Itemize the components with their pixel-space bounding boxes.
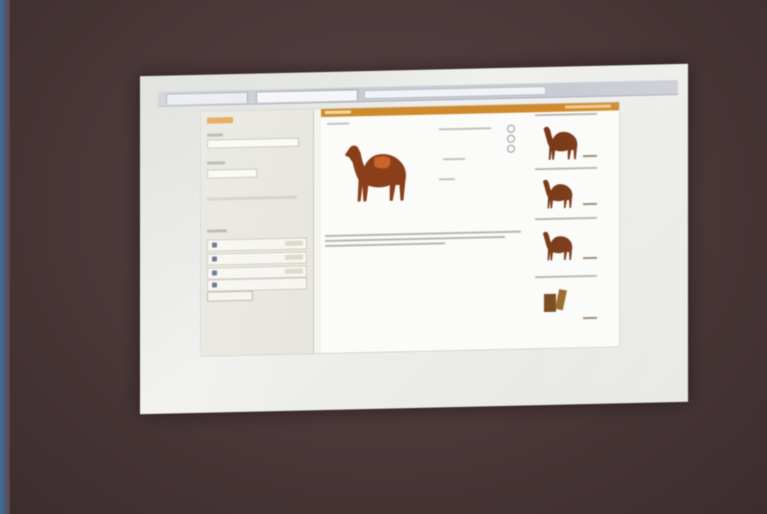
panel-title	[325, 110, 351, 115]
price-label	[583, 256, 597, 260]
item-button[interactable]	[285, 268, 303, 274]
list-item[interactable]	[207, 237, 307, 252]
related-heading	[535, 216, 597, 221]
address-bar[interactable]	[364, 86, 546, 100]
web-app-window	[200, 101, 620, 357]
breadcrumb	[327, 122, 349, 125]
product-detail	[443, 157, 465, 161]
related-products	[527, 111, 607, 349]
product-detail	[439, 178, 455, 181]
item-icon	[212, 270, 217, 276]
product-option-label	[439, 127, 491, 131]
price-label	[583, 202, 597, 206]
sidebar-section-label	[207, 229, 227, 233]
camel-icon[interactable]	[539, 227, 579, 262]
price-label	[583, 316, 597, 320]
camel-icon	[344, 145, 406, 202]
leather-goods-icon[interactable]	[541, 285, 571, 316]
logo	[207, 117, 233, 124]
wall-edge	[0, 0, 10, 514]
item-icon	[212, 242, 217, 248]
option-radio[interactable]	[507, 144, 515, 153]
option-radio[interactable]	[507, 134, 515, 143]
item-button[interactable]	[285, 254, 303, 260]
main-panel	[321, 102, 619, 354]
sidebar	[201, 109, 314, 356]
sidebar-label	[207, 161, 225, 165]
search-input[interactable]	[207, 137, 299, 149]
item-icon	[212, 282, 217, 288]
item-icon	[212, 256, 217, 262]
price-label	[583, 154, 597, 158]
slider-track[interactable]	[207, 195, 297, 201]
item-button[interactable]	[285, 240, 303, 246]
related-heading	[535, 166, 597, 171]
related-heading	[535, 112, 597, 117]
list-item[interactable]	[207, 277, 307, 292]
camel-icon[interactable]	[539, 121, 585, 162]
product-description	[325, 230, 521, 249]
sidebar-label	[207, 133, 223, 137]
option-radio[interactable]	[507, 124, 515, 133]
browser-tab-active[interactable]	[256, 89, 358, 103]
camel-icon[interactable]	[539, 175, 579, 210]
related-heading	[535, 274, 597, 279]
header-link[interactable]	[565, 104, 611, 109]
list-item[interactable]	[207, 251, 307, 266]
sidebar-button[interactable]	[207, 290, 253, 302]
browser-tab[interactable]	[166, 91, 248, 105]
filter-select[interactable]	[207, 168, 257, 179]
projected-screen	[140, 63, 688, 415]
